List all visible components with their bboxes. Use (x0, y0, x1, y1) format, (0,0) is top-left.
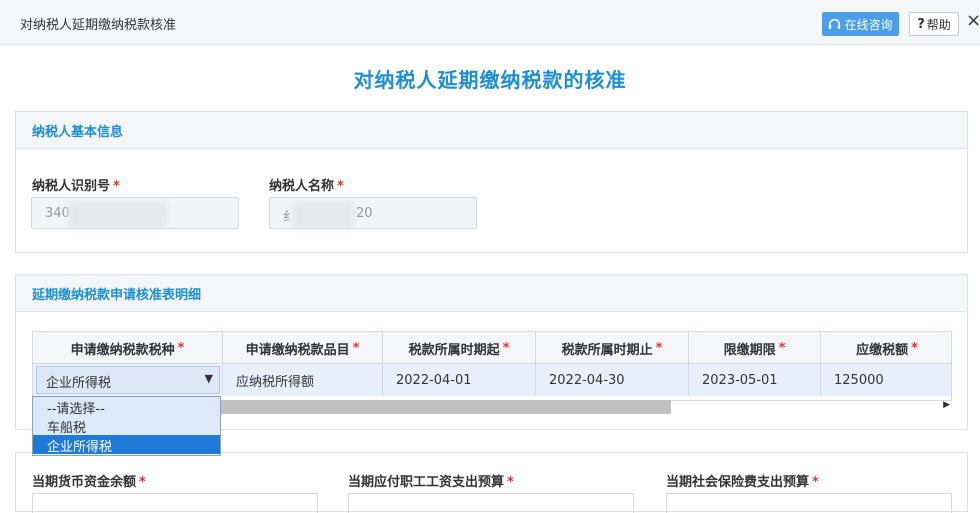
tax-type-cell: 企业所得税 ▼ (33, 364, 223, 396)
help-button[interactable]: ? 帮助 (909, 12, 959, 36)
column-header: 税款所属时期起 * (383, 332, 536, 364)
tax-type-dropdown: --请选择-- 车船税 企业所得税 (32, 396, 221, 456)
dropdown-option[interactable]: --请选择-- (33, 397, 220, 417)
required-mark: * (113, 179, 120, 194)
redacted-block (292, 202, 354, 228)
window-title: 对纳税人延期缴纳税款核准 (20, 18, 177, 33)
funds-panel: 当期货币资金余额 * 当期应付职工工资支出预算 * 当期社会保险费支出预算 * (15, 452, 968, 513)
chevron-down-icon: ▼ (204, 372, 213, 385)
tax-item-cell[interactable]: 应纳税所得额 (223, 364, 383, 396)
column-header: 税款所属时期止 * (536, 332, 689, 364)
online-consult-label: 在线咨询 (844, 17, 893, 32)
tax-type-select[interactable]: 企业所得税 ▼ (36, 366, 220, 394)
cash-balance-label: 当期货币资金余额 * (32, 475, 146, 490)
dropdown-option[interactable]: 车船税 (33, 416, 220, 436)
period-end-cell[interactable]: 2022-04-30 (536, 364, 689, 396)
page-title: 对纳税人延期缴纳税款的核准 (353, 68, 627, 92)
table-header: 申请缴纳税款税种 * 申请缴纳税款品目 * 税款所属时期起 * 税款所属时期止 * 限缴… (33, 332, 951, 364)
basic-info-panel: 纳税人基本信息 纳税人识别号 * 340 纳税人名称 * 纟 20 (15, 111, 968, 253)
cash-balance-field[interactable] (32, 493, 318, 513)
scrollbar-thumb[interactable] (221, 400, 671, 414)
scroll-right-icon[interactable]: ▶ (943, 400, 950, 410)
basic-info-title: 纳税人基本信息 (16, 112, 967, 149)
column-header: 限缴期限 * (689, 332, 821, 364)
horizontal-scrollbar[interactable]: ▶ (221, 400, 952, 414)
table-row: 企业所得税 ▼ 应纳税所得额 2022-04-01 2022-04-30 202… (33, 364, 951, 396)
social-insurance-budget-label: 当期社会保险费支出预算 * (666, 475, 819, 490)
taxpayer-id-field[interactable]: 340 (31, 197, 239, 229)
detail-table: 申请缴纳税款税种 * 申请缴纳税款品目 * 税款所属时期起 * 税款所属时期止 * 限缴… (32, 331, 952, 401)
column-header: 应缴税额 * (856, 340, 918, 358)
window-titlebar: 对纳税人延期缴纳税款核准 在线咨询 ? 帮助 × (0, 0, 980, 45)
salary-budget-label: 当期应付职工工资支出预算 * (348, 475, 514, 490)
period-start-cell[interactable]: 2022-04-01 (383, 364, 536, 396)
online-consult-button[interactable]: 在线咨询 (822, 12, 899, 36)
dropdown-option-selected[interactable]: 企业所得税 (33, 435, 220, 455)
taxpayer-id-label: 纳税人识别号 * (32, 179, 120, 194)
salary-budget-field[interactable] (348, 493, 634, 513)
deferral-detail-title: 延期缴纳税款申请核准表明细 (16, 275, 967, 312)
taxpayer-name-label: 纳税人名称 * (269, 179, 344, 194)
required-mark: * (337, 179, 344, 194)
social-insurance-budget-field[interactable] (666, 493, 952, 513)
redacted-block (68, 202, 168, 228)
headset-icon (829, 18, 841, 29)
deadline-cell[interactable]: 2023-05-01 (689, 364, 821, 396)
taxpayer-name-field[interactable]: 纟 20 (269, 197, 477, 229)
amount-cell[interactable]: 125000 (821, 364, 951, 396)
column-header: 申请缴纳税款税种 * (33, 332, 223, 364)
column-header: 申请缴纳税款品目 * (223, 332, 383, 364)
close-icon[interactable]: × (966, 10, 980, 31)
help-label: 帮助 (926, 17, 951, 32)
question-icon: ? (917, 16, 925, 32)
